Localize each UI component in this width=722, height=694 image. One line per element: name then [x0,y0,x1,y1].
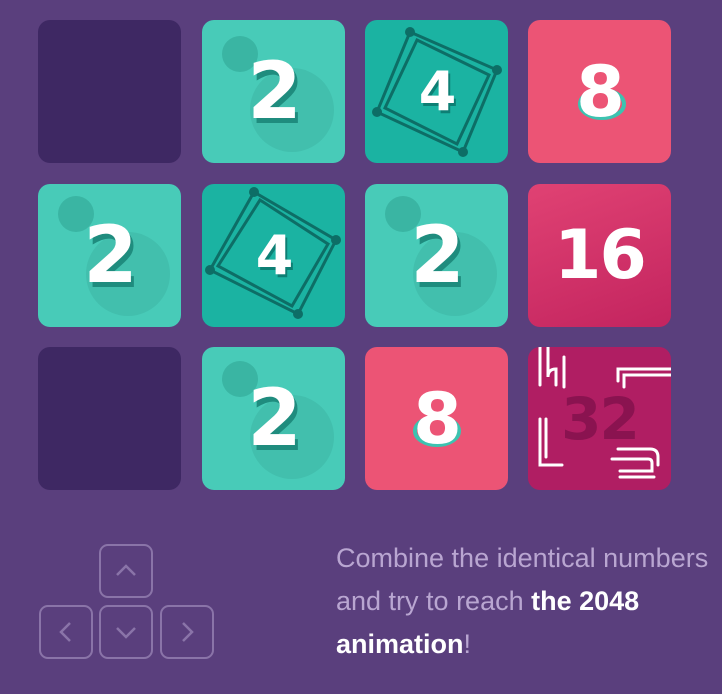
tile-4: 4 [365,20,508,163]
instructions-end: ! [463,629,472,659]
chevron-left-icon [59,622,71,642]
tile-value: 2 [410,210,464,301]
down-arrow-key[interactable] [99,605,153,659]
tile-8: 8 [365,347,508,490]
chevron-down-icon [116,627,136,639]
tile-4: 4 [202,184,345,327]
chevron-right-icon [182,622,194,642]
instructions-lead: Combine the identical numbers and try to… [336,543,709,616]
game-board: 2 4 8 2 4 2 16 2 8 32 [0,0,722,520]
left-arrow-key[interactable] [39,605,93,659]
tile-2: 2 [202,347,345,490]
tile-empty [38,20,181,163]
chevron-up-icon [116,564,136,576]
tile-value: 2 [83,210,137,301]
tile-value: 2 [247,373,301,464]
tile-value: 8 [576,50,625,133]
tile-value: 4 [418,60,457,123]
tile-value: 32 [561,384,640,453]
tile-value: 16 [554,216,647,295]
right-arrow-key[interactable] [160,605,214,659]
tile-16: 16 [528,184,671,327]
tile-32: 32 [528,347,671,490]
tile-value: 4 [255,224,294,287]
instructions-text: Combine the identical numbers and try to… [336,537,716,666]
tile-2: 2 [365,184,508,327]
tile-2: 2 [38,184,181,327]
tile-value: 2 [247,46,301,137]
tile-value: 8 [413,377,462,460]
tile-empty [38,347,181,490]
tile-2: 2 [202,20,345,163]
tile-8: 8 [528,20,671,163]
up-arrow-key[interactable] [99,544,153,598]
